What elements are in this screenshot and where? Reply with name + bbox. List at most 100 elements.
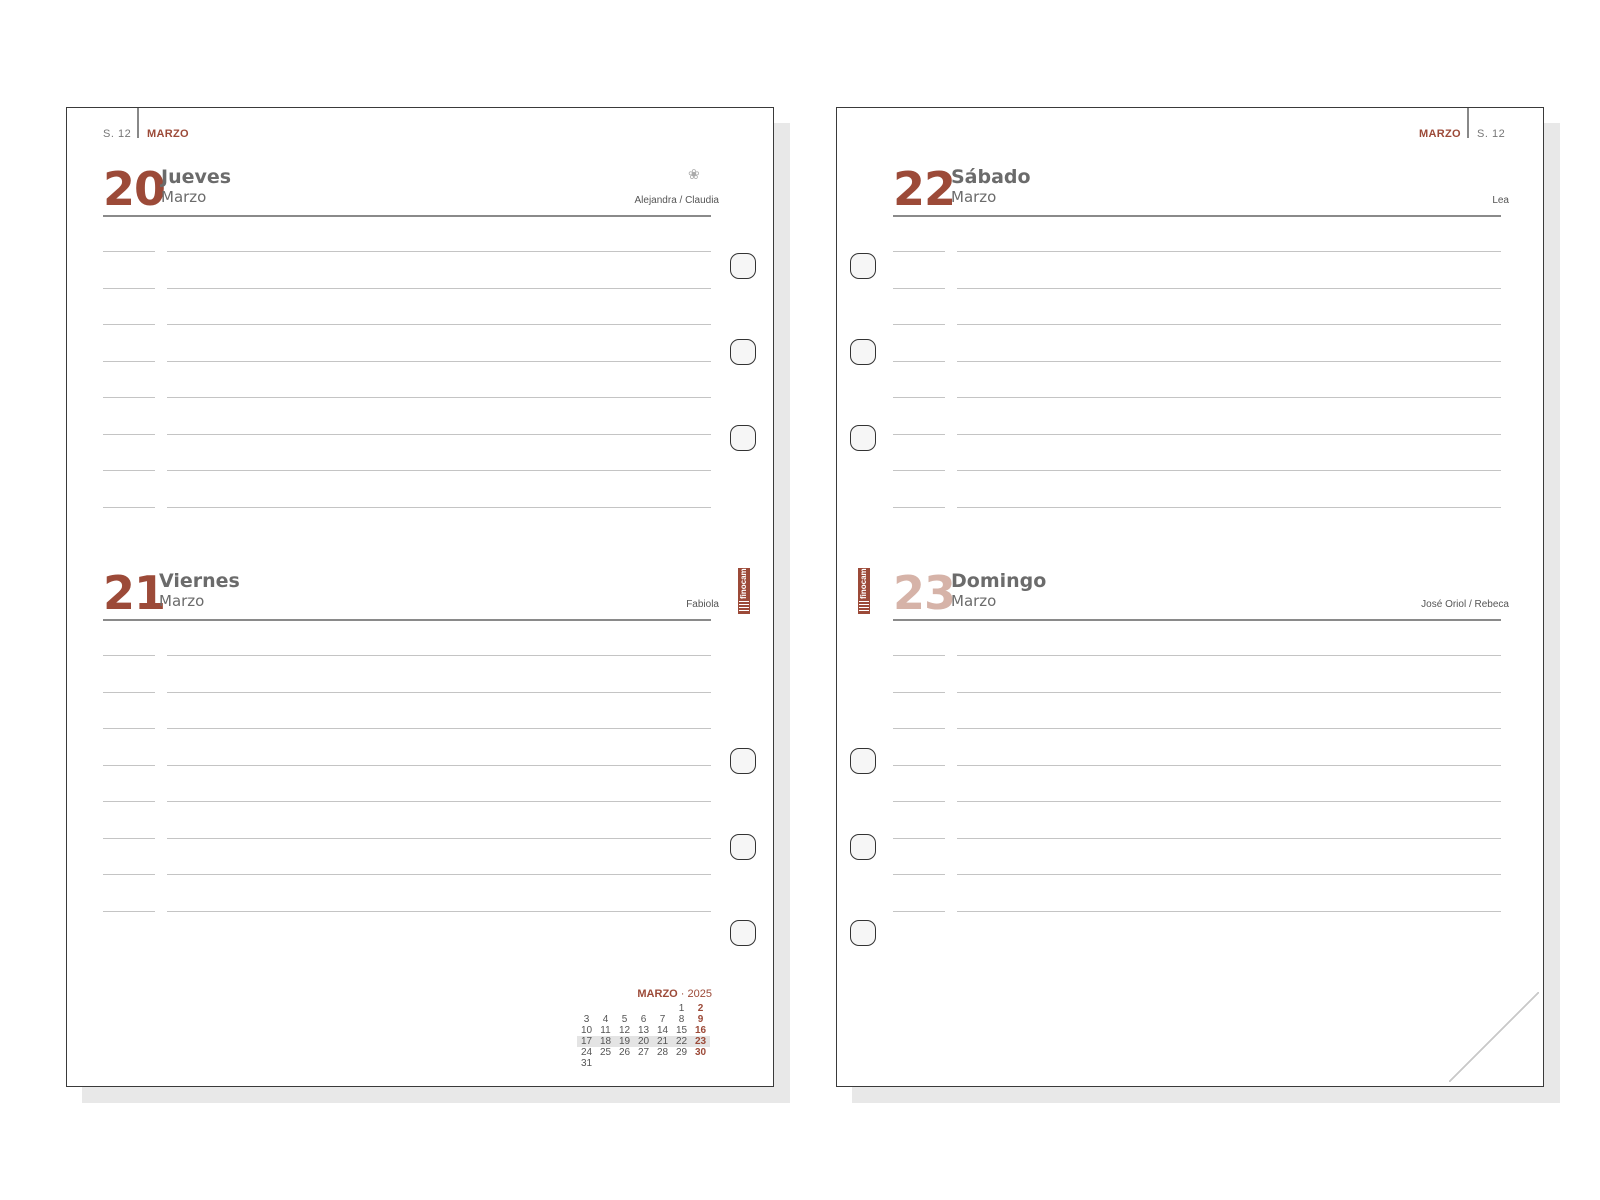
note-line bbox=[167, 874, 711, 875]
time-line bbox=[103, 288, 155, 289]
calendar-day bbox=[596, 1058, 615, 1069]
binder-hole bbox=[850, 920, 876, 946]
time-line bbox=[103, 801, 155, 802]
binder-hole bbox=[850, 339, 876, 365]
note-line bbox=[167, 434, 711, 435]
week-label: S. 12 bbox=[103, 128, 132, 140]
binder-hole bbox=[730, 834, 756, 860]
calendar-day bbox=[672, 1058, 691, 1069]
binder-hole bbox=[850, 834, 876, 860]
day-name: Sábado bbox=[951, 166, 1031, 188]
calendar-day bbox=[653, 1003, 672, 1014]
note-line bbox=[167, 361, 711, 362]
note-line bbox=[957, 838, 1501, 839]
saints-names: Fabiola bbox=[686, 599, 719, 610]
calendar-day: 24 bbox=[580, 1047, 593, 1058]
calendar-day: 26 bbox=[618, 1047, 631, 1058]
calendar-day bbox=[634, 1003, 653, 1014]
calendar-day: 21 bbox=[653, 1036, 672, 1047]
calendar-day: 8 bbox=[678, 1014, 685, 1025]
calendar-day bbox=[596, 1003, 615, 1014]
mini-calendar-year: 2025 bbox=[687, 988, 712, 1000]
calendar-day: 2 bbox=[697, 1003, 704, 1014]
page-corner-fold bbox=[1449, 992, 1539, 1082]
mini-calendar-month: MARZO bbox=[637, 988, 678, 1000]
note-line bbox=[957, 765, 1501, 766]
calendar-day bbox=[615, 1003, 634, 1014]
binder-hole bbox=[730, 253, 756, 279]
mini-calendar-grid: 1 2 3 4 5 6 7 8 9 10 11 12 13 14 15 16 17 18 19 20 21 22 23 24 2… bbox=[577, 1003, 712, 1069]
day-month: Marzo bbox=[159, 592, 205, 610]
time-line bbox=[893, 655, 945, 656]
mini-calendar: MARZO · 2025 1 2 3 4 5 6 7 8 9 10 11 12 13 14 15 16 17 18… bbox=[577, 988, 712, 1069]
saints-names: Lea bbox=[1492, 195, 1509, 206]
day-number: 20 bbox=[103, 162, 166, 216]
time-line bbox=[103, 728, 155, 729]
note-line bbox=[167, 801, 711, 802]
time-line bbox=[893, 801, 945, 802]
binder-hole bbox=[850, 748, 876, 774]
note-line bbox=[957, 507, 1501, 508]
day-header-rule bbox=[103, 215, 711, 217]
brand-logo: finocam bbox=[859, 568, 868, 600]
note-line bbox=[167, 507, 711, 508]
day-name: Jueves bbox=[161, 166, 232, 188]
saints-names: Alejandra / Claudia bbox=[634, 195, 720, 206]
note-line bbox=[167, 324, 711, 325]
time-line bbox=[893, 507, 945, 508]
saints-names: José Oriol / Rebeca bbox=[1421, 599, 1509, 610]
time-line bbox=[893, 728, 945, 729]
binder-hole bbox=[730, 425, 756, 451]
day-month: Marzo bbox=[951, 592, 997, 610]
note-line bbox=[957, 434, 1501, 435]
month-tag: MARZO bbox=[1419, 128, 1461, 140]
calendar-day: 7 bbox=[659, 1014, 666, 1025]
calendar-day bbox=[691, 1058, 710, 1069]
time-line bbox=[103, 655, 155, 656]
note-line bbox=[957, 470, 1501, 471]
brand-tab: finocam bbox=[738, 568, 750, 614]
day-number: 22 bbox=[893, 162, 956, 216]
month-tag: MARZO bbox=[147, 128, 189, 140]
calendar-day: 3 bbox=[583, 1014, 590, 1025]
calendar-day: 16 bbox=[694, 1025, 707, 1036]
calendar-day: 13 bbox=[637, 1025, 650, 1036]
time-line bbox=[893, 838, 945, 839]
time-line bbox=[893, 288, 945, 289]
binder-hole bbox=[730, 920, 756, 946]
time-line bbox=[103, 838, 155, 839]
note-line bbox=[167, 765, 711, 766]
brand-stripes bbox=[739, 601, 749, 612]
calendar-day: 30 bbox=[694, 1047, 707, 1058]
note-line bbox=[167, 288, 711, 289]
note-line bbox=[167, 251, 711, 252]
calendar-day: 25 bbox=[599, 1047, 612, 1058]
note-line bbox=[957, 251, 1501, 252]
week-label: S. 12 bbox=[1477, 128, 1506, 140]
day-header-rule bbox=[103, 619, 711, 621]
calendar-day bbox=[615, 1058, 634, 1069]
binder-hole bbox=[850, 253, 876, 279]
time-line bbox=[103, 911, 155, 912]
note-line bbox=[167, 655, 711, 656]
note-line bbox=[957, 655, 1501, 656]
mini-calendar-separator: · bbox=[680, 988, 685, 1000]
time-line bbox=[893, 361, 945, 362]
time-line bbox=[103, 361, 155, 362]
calendar-day bbox=[653, 1058, 672, 1069]
time-line bbox=[893, 251, 945, 252]
calendar-day: 19 bbox=[615, 1036, 634, 1047]
calendar-day: 29 bbox=[675, 1047, 688, 1058]
binder-hole bbox=[730, 748, 756, 774]
flower-icon: ❀ bbox=[688, 166, 700, 182]
day-month: Marzo bbox=[951, 188, 997, 206]
note-line bbox=[957, 288, 1501, 289]
calendar-day: 14 bbox=[656, 1025, 669, 1036]
time-line bbox=[893, 765, 945, 766]
brand-stripes bbox=[859, 601, 869, 612]
time-line bbox=[893, 911, 945, 912]
calendar-day: 20 bbox=[634, 1036, 653, 1047]
calendar-day: 6 bbox=[640, 1014, 647, 1025]
calendar-day: 11 bbox=[600, 1025, 611, 1036]
calendar-day: 4 bbox=[602, 1014, 609, 1025]
